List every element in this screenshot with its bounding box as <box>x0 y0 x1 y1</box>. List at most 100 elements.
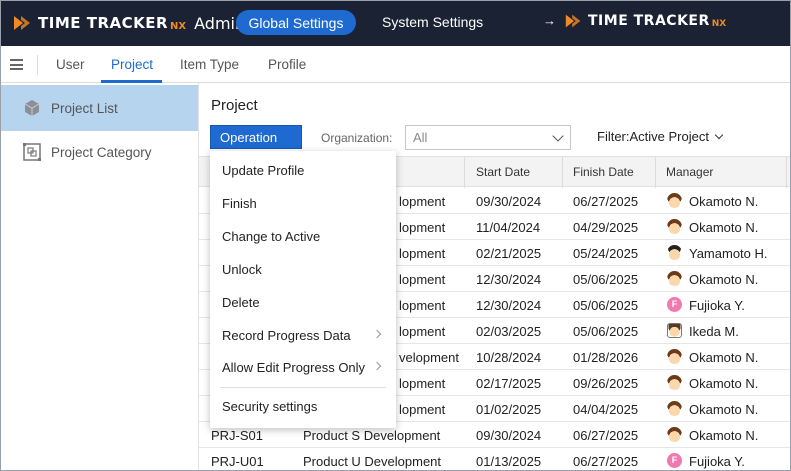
sidebar-item-label: Project List <box>51 100 118 116</box>
avatar <box>667 375 682 390</box>
avatar <box>667 245 682 260</box>
divider <box>37 55 38 75</box>
organization-select[interactable]: All <box>405 125 571 150</box>
filter-dropdown[interactable]: Filter:Active Project <box>597 129 724 144</box>
global-settings-button[interactable]: Global Settings <box>236 10 356 35</box>
start-date: 12/30/2024 <box>476 298 542 313</box>
project-code: PRJ-S01 <box>211 428 264 443</box>
category-icon <box>23 143 41 161</box>
operation-button[interactable]: Operation <box>210 125 302 149</box>
tab-profile[interactable]: Profile <box>268 57 306 72</box>
finish-date: 06/27/2025 <box>573 428 639 443</box>
table-row[interactable]: PRJ-U01 Product U Development 01/13/2025 06… <box>199 448 791 471</box>
sidebar: Project List Project Category <box>0 83 199 471</box>
project-name: lopment <box>399 298 446 313</box>
product-logo-suffix: NX <box>711 19 727 29</box>
project-name: velopment <box>399 350 459 365</box>
menu-item-label: Delete <box>222 294 260 310</box>
project-name: lopment <box>399 272 446 287</box>
manager-name: Okamoto N. <box>689 272 759 287</box>
column-header-start-date[interactable]: Start Date <box>476 165 530 179</box>
menu-item-label: Unlock <box>222 261 262 277</box>
finish-date: 06/27/2025 <box>573 194 639 209</box>
project-name: lopment <box>399 220 446 235</box>
manager-name: Okamoto N. <box>689 194 759 209</box>
logo-text: TIME TRACKER <box>38 14 169 32</box>
product-logo-link[interactable]: TIME TRACKER NX <box>564 11 726 31</box>
project-name: lopment <box>399 376 446 391</box>
page-title: Project <box>211 97 258 114</box>
logo-mark-icon <box>565 14 581 28</box>
sidebar-item-project-list[interactable]: Project List <box>0 85 198 131</box>
filter-label: Filter:Active Project <box>597 129 709 144</box>
start-date: 01/02/2025 <box>476 402 542 417</box>
avatar <box>667 427 682 442</box>
manager-name: Okamoto N. <box>689 220 759 235</box>
manager-name: Okamoto N. <box>689 402 759 417</box>
avatar <box>667 219 682 234</box>
start-date: 12/30/2024 <box>476 272 542 287</box>
system-settings-link[interactable]: System Settings <box>382 14 483 30</box>
menu-item-label: Record Progress Data <box>222 327 351 343</box>
menu-item-allow-edit-progress-only[interactable]: Allow Edit Progress Only <box>210 352 396 382</box>
hamburger-menu-icon[interactable] <box>10 59 23 70</box>
menu-item-unlock[interactable]: Unlock <box>210 254 396 284</box>
finish-date: 09/26/2025 <box>573 376 639 391</box>
menu-item-update-profile[interactable]: Update Profile <box>210 155 396 185</box>
manager-name: Ikeda M. <box>689 324 739 339</box>
product-logo-text: TIME TRACKER <box>588 13 710 29</box>
chevron-down-icon <box>714 130 724 140</box>
arrow-right-icon: → <box>543 13 556 28</box>
column-header-manager[interactable]: Manager <box>666 165 713 179</box>
sidebar-item-project-category[interactable]: Project Category <box>0 129 198 175</box>
menu-item-change-to-active[interactable]: Change to Active <box>210 221 396 251</box>
tab-item-type[interactable]: Item Type <box>180 57 239 72</box>
organization-value: All <box>413 130 428 145</box>
menu-item-record-progress-data[interactable]: Record Progress Data <box>210 320 396 350</box>
tab-project[interactable]: Project <box>111 57 153 72</box>
avatar <box>667 401 682 416</box>
menu-divider <box>220 387 386 388</box>
start-date: 01/13/2025 <box>476 454 542 469</box>
manager-name: Fujioka Y. <box>689 454 745 469</box>
finish-date: 05/24/2025 <box>573 246 639 261</box>
menu-item-label: Allow Edit Progress Only <box>222 359 366 375</box>
manager-name: Okamoto N. <box>689 376 759 391</box>
avatar <box>667 323 682 338</box>
start-date: 02/03/2025 <box>476 324 542 339</box>
menu-item-security-settings[interactable]: Security settings <box>210 391 396 421</box>
organization-label: Organization: <box>321 131 393 145</box>
tab-bar: User Project Item Type Profile <box>0 46 791 83</box>
menu-item-label: Finish <box>222 195 257 211</box>
finish-date: 05/06/2025 <box>573 272 639 287</box>
manager-name: Okamoto N. <box>689 428 759 443</box>
project-name: Product U Development <box>303 454 442 469</box>
project-name: lopment <box>399 324 446 339</box>
top-bar: TIME TRACKER NX Admin Global Settings Sy… <box>0 0 791 46</box>
avatar: F <box>667 297 682 312</box>
sidebar-item-label: Project Category <box>51 144 152 160</box>
menu-item-finish[interactable]: Finish <box>210 188 396 218</box>
avatar <box>667 271 682 286</box>
logo-mark-icon <box>14 16 30 30</box>
start-date: 11/04/2024 <box>476 220 541 235</box>
finish-date: 04/29/2025 <box>573 220 639 235</box>
menu-item-label: Update Profile <box>222 162 305 178</box>
avatar <box>667 349 682 364</box>
start-date: 02/21/2025 <box>476 246 542 261</box>
avatar <box>667 193 682 208</box>
tab-user[interactable]: User <box>56 57 85 72</box>
project-name: lopment <box>399 402 446 417</box>
menu-item-delete[interactable]: Delete <box>210 287 396 317</box>
column-header-finish-date[interactable]: Finish Date <box>573 165 634 179</box>
logo-suffix: NX <box>170 20 187 32</box>
project-name: lopment <box>399 194 446 209</box>
manager-name: Yamamoto H. <box>689 246 768 261</box>
finish-date: 04/04/2025 <box>573 402 639 417</box>
finish-date: 05/06/2025 <box>573 298 639 313</box>
manager-name: Okamoto N. <box>689 350 759 365</box>
app-logo[interactable]: TIME TRACKER NX Admin <box>12 10 245 36</box>
chevron-down-icon <box>552 130 564 142</box>
project-name: Product S Development <box>303 428 441 443</box>
project-code: PRJ-U01 <box>211 454 264 469</box>
